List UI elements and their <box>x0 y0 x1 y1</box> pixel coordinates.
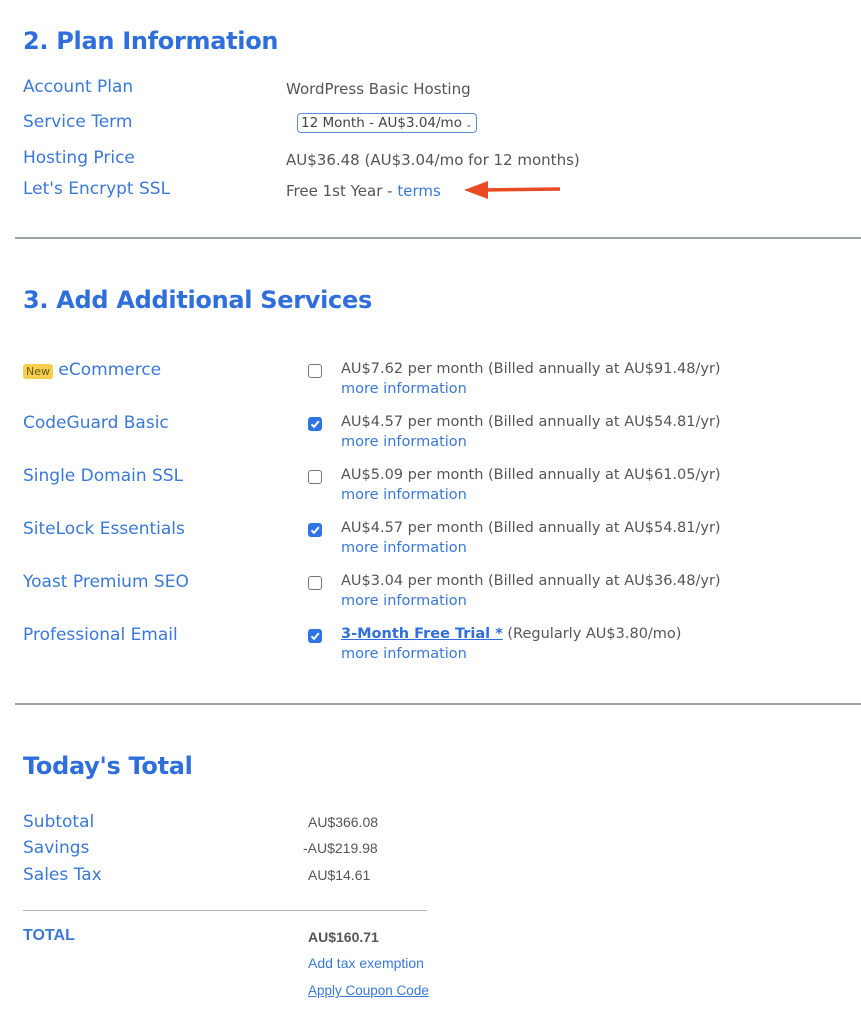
service-term-selected: 12 Month - AU$3.04/mo <box>301 115 462 131</box>
service-name: Single Domain SSL <box>23 466 183 486</box>
service-checkbox[interactable] <box>308 364 322 378</box>
more-information-link[interactable]: more information <box>341 593 467 609</box>
chevron-down-icon: ⌄ <box>464 120 473 130</box>
new-badge: New <box>23 364 53 379</box>
service-price: AU$7.62 per month (Billed annually at AU… <box>341 361 721 377</box>
account-plan-value: WordPress Basic Hosting <box>286 80 471 98</box>
annotation-arrow-icon <box>464 181 561 199</box>
more-information-link[interactable]: more information <box>341 540 467 556</box>
sales-tax-label: Sales Tax <box>23 865 102 885</box>
service-checkbox[interactable] <box>308 470 322 484</box>
total-value: AU$160.71 <box>308 929 379 945</box>
service-name-text: eCommerce <box>58 360 162 380</box>
service-checkbox[interactable] <box>308 576 322 590</box>
service-price: AU$4.57 per month (Billed annually at AU… <box>341 520 721 536</box>
ssl-label: Let's Encrypt SSL <box>23 179 171 199</box>
service-checkbox[interactable] <box>308 417 322 431</box>
service-name: SiteLock Essentials <box>23 519 185 539</box>
total-divider <box>23 910 427 911</box>
more-information-link[interactable]: more information <box>341 646 467 662</box>
service-price-text: AU$4.57 per month (Billed annually at AU… <box>341 520 721 536</box>
service-term-label: Service Term <box>23 112 133 132</box>
hosting-price-value: AU$36.48 (AU$3.04/mo for 12 months) <box>286 151 580 169</box>
service-checkbox[interactable] <box>308 629 322 643</box>
service-checkbox[interactable] <box>308 523 322 537</box>
subtotal-value: AU$366.08 <box>308 814 379 830</box>
checkmark-icon <box>310 632 320 641</box>
service-price: AU$4.57 per month (Billed annually at AU… <box>341 414 721 430</box>
service-name-text: CodeGuard Basic <box>23 413 169 433</box>
service-price-text: AU$7.62 per month (Billed annually at AU… <box>341 361 721 377</box>
checkmark-icon <box>310 420 320 429</box>
section-divider <box>15 237 861 239</box>
savings-value: -AU$219.98 <box>303 840 378 856</box>
service-name-text: Yoast Premium SEO <box>23 572 189 592</box>
ssl-terms-link[interactable]: terms <box>397 182 440 200</box>
plan-section-title: 2. Plan Information <box>23 27 279 55</box>
section-divider <box>15 703 861 705</box>
ssl-value: Free 1st Year - terms <box>286 182 441 200</box>
free-trial-link[interactable]: 3-Month Free Trial * <box>341 626 503 642</box>
add-tax-exemption-link[interactable]: Add tax exemption <box>308 955 424 971</box>
total-label: TOTAL <box>23 927 75 944</box>
service-name-text: Single Domain SSL <box>23 466 184 486</box>
service-price-text: AU$5.09 per month (Billed annually at AU… <box>341 467 721 483</box>
sales-tax-value: AU$14.61 <box>308 867 371 883</box>
checkmark-icon <box>310 526 320 535</box>
hosting-price-label: Hosting Price <box>23 148 135 168</box>
service-price-text: AU$4.57 per month (Billed annually at AU… <box>341 414 721 430</box>
service-price: AU$5.09 per month (Billed annually at AU… <box>341 467 721 483</box>
more-information-link[interactable]: more information <box>341 434 467 450</box>
service-price: AU$3.04 per month (Billed annually at AU… <box>341 573 721 589</box>
service-price-text: AU$3.04 per month (Billed annually at AU… <box>341 573 721 589</box>
savings-label: Savings <box>23 838 90 858</box>
more-information-link[interactable]: more information <box>341 381 467 397</box>
service-name: CodeGuard Basic <box>23 413 169 433</box>
account-plan-label: Account Plan <box>23 77 134 97</box>
subtotal-label: Subtotal <box>23 812 95 832</box>
services-section-title: 3. Add Additional Services <box>23 286 372 314</box>
service-name-text: Professional Email <box>23 625 178 645</box>
service-price: 3-Month Free Trial * (Regularly AU$3.80/… <box>341 626 681 642</box>
service-name: New eCommerce <box>23 360 161 380</box>
apply-coupon-link[interactable]: Apply Coupon Code <box>308 983 429 998</box>
total-section-title: Today's Total <box>23 752 193 780</box>
service-price-text: (Regularly AU$3.80/mo) <box>502 626 682 642</box>
ssl-value-text: Free 1st Year - <box>286 182 398 200</box>
more-information-link[interactable]: more information <box>341 487 467 503</box>
service-term-select[interactable]: 12 Month - AU$3.04/mo ⌄ <box>297 113 477 133</box>
service-name-text: SiteLock Essentials <box>23 519 185 539</box>
service-name: Professional Email <box>23 625 178 645</box>
service-name: Yoast Premium SEO <box>23 572 189 592</box>
